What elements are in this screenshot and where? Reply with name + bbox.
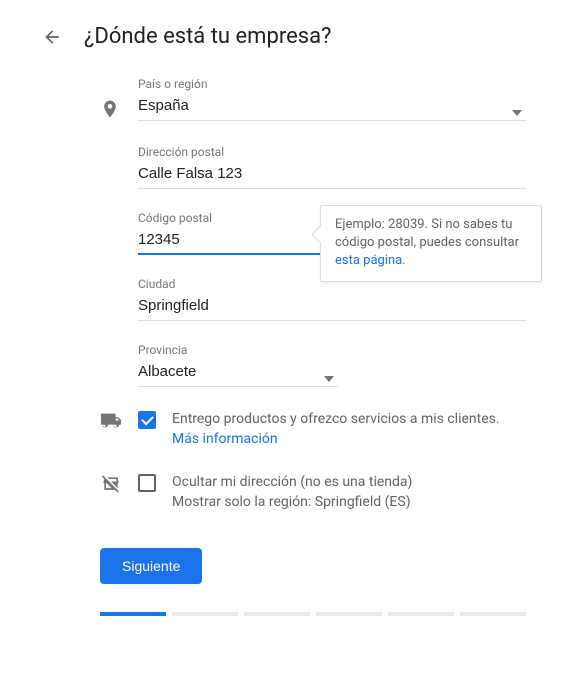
city-input[interactable] — [138, 293, 526, 321]
tooltip-text-prefix: Ejemplo: 28039. Si no sabes tu código po… — [335, 217, 519, 250]
zip-tooltip: Ejemplo: 28039. Si no sabes tu código po… — [320, 205, 542, 282]
street-label: Dirección postal — [138, 145, 526, 159]
location-icon — [100, 77, 122, 123]
street-field: Dirección postal — [138, 145, 526, 189]
deliver-text: Entrego productos y ofrezco servicios a … — [172, 409, 526, 450]
spacer-icon — [100, 277, 122, 299]
progress-seg — [316, 612, 382, 616]
more-info-link[interactable]: Más información — [172, 431, 278, 447]
zip-label: Código postal — [138, 211, 338, 225]
province-label: Provincia — [138, 343, 338, 357]
progress-seg — [100, 612, 166, 616]
hide-option-row: Ocultar mi dirección (no es una tienda) … — [40, 472, 546, 513]
next-button[interactable]: Siguiente — [100, 548, 202, 584]
page-title: ¿Dónde está tu empresa? — [84, 24, 331, 49]
zip-field: Código postal — [138, 211, 338, 255]
tooltip-link[interactable]: esta página — [335, 253, 402, 268]
spacer-icon — [100, 343, 122, 365]
zip-input[interactable] — [138, 227, 338, 255]
progress-seg — [388, 612, 454, 616]
progress-seg — [460, 612, 526, 616]
country-input[interactable] — [138, 93, 526, 121]
page-header: ¿Dónde está tu empresa? — [40, 24, 546, 49]
province-input[interactable] — [138, 359, 338, 387]
progress-seg — [172, 612, 238, 616]
progress-seg — [244, 612, 310, 616]
hide-checkbox[interactable] — [138, 474, 156, 492]
truck-icon — [100, 409, 122, 433]
actions-row: Siguiente — [40, 548, 546, 584]
street-input[interactable] — [138, 161, 526, 189]
tooltip-text-suffix: . — [402, 253, 405, 268]
arrow-left-icon — [42, 27, 62, 47]
progress-bar — [40, 612, 546, 616]
back-button[interactable] — [40, 25, 64, 49]
country-label: País o región — [138, 77, 526, 91]
spacer-icon — [100, 211, 122, 233]
deliver-checkbox[interactable] — [138, 411, 156, 429]
deliver-option-row: Entrego productos y ofrezco servicios a … — [40, 409, 546, 450]
hide-text: Ocultar mi dirección (no es una tienda) … — [172, 472, 526, 513]
city-field: Ciudad — [138, 277, 526, 321]
province-field[interactable]: Provincia — [138, 343, 338, 387]
spacer-icon — [100, 145, 122, 167]
country-field[interactable]: País o región — [138, 77, 526, 121]
store-off-icon — [100, 472, 122, 498]
address-form: País o región Dirección postal Código po… — [40, 77, 546, 387]
